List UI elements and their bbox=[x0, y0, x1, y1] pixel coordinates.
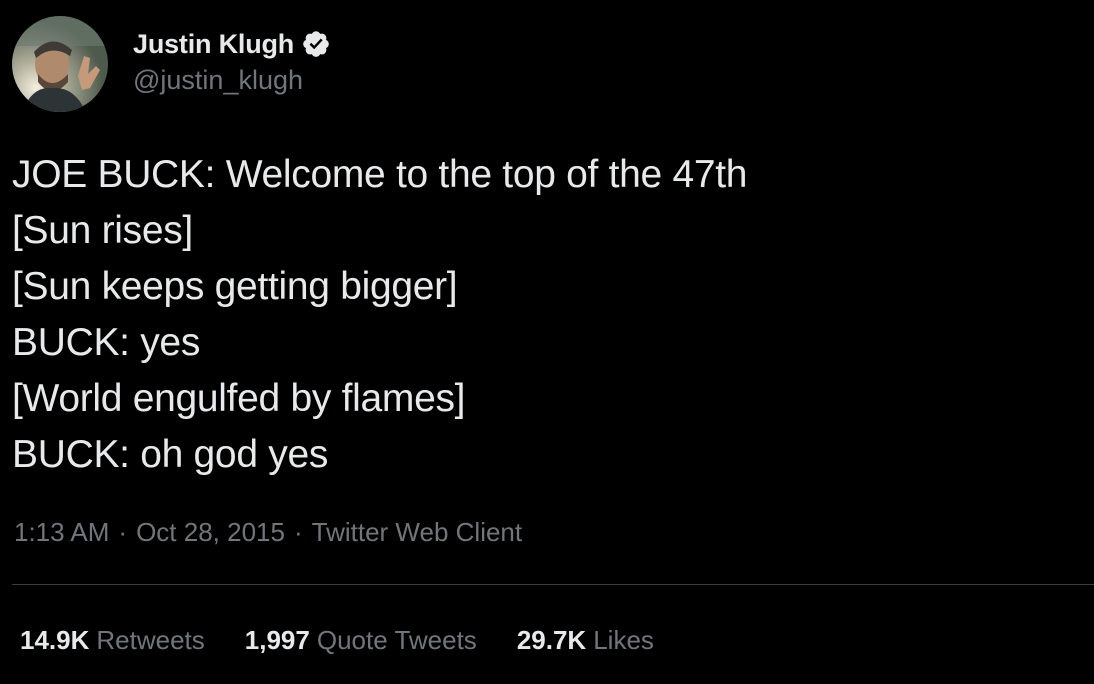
tweet-source[interactable]: Twitter Web Client bbox=[312, 517, 522, 548]
tweet-line: JOE BUCK: Welcome to the top of the 47th bbox=[12, 153, 748, 196]
tweet-line: [Sun rises] bbox=[12, 209, 193, 252]
tweet-line: [Sun keeps getting bigger] bbox=[12, 265, 458, 308]
user-handle[interactable]: @justin_klugh bbox=[133, 65, 303, 96]
quote-tweets-stat[interactable]: 1,997 Quote Tweets bbox=[245, 625, 477, 656]
likes-label: Likes bbox=[593, 624, 654, 655]
engagement-stats: 14.9K Retweets 1,997 Quote Tweets 29.7K … bbox=[20, 618, 694, 662]
tweet-text: JOE BUCK: Welcome to the top of the 47th… bbox=[12, 147, 1072, 483]
tweet-line: [World engulfed by flames] bbox=[12, 377, 466, 420]
quote-tweets-count: 1,997 bbox=[244, 624, 310, 655]
author-name-row: Justin Klugh bbox=[133, 26, 331, 62]
tweet-line: BUCK: yes bbox=[12, 321, 201, 364]
retweets-stat[interactable]: 14.9K Retweets bbox=[20, 625, 205, 656]
display-name[interactable]: Justin Klugh bbox=[133, 29, 294, 60]
tweet-line: BUCK: oh god yes bbox=[12, 433, 329, 476]
meta-separator: · bbox=[118, 516, 128, 547]
tweet-time[interactable]: 1:13 AM bbox=[14, 517, 109, 548]
tweet: Justin Klugh @justin_klugh JOE BUCK: Wel… bbox=[0, 0, 1094, 684]
avatar-photo bbox=[12, 16, 108, 112]
meta-separator: · bbox=[293, 516, 303, 547]
divider bbox=[12, 584, 1094, 585]
retweets-label: Retweets bbox=[96, 624, 205, 655]
tweet-meta: 1:13 AM · Oct 28, 2015 · Twitter Web Cli… bbox=[14, 512, 522, 552]
likes-stat[interactable]: 29.7K Likes bbox=[517, 625, 654, 656]
retweets-count: 14.9K bbox=[20, 624, 90, 655]
verified-badge-icon bbox=[301, 29, 331, 59]
quote-tweets-label: Quote Tweets bbox=[316, 624, 477, 655]
tweet-date[interactable]: Oct 28, 2015 bbox=[136, 517, 285, 548]
avatar[interactable] bbox=[12, 16, 108, 112]
likes-count: 29.7K bbox=[516, 624, 587, 655]
